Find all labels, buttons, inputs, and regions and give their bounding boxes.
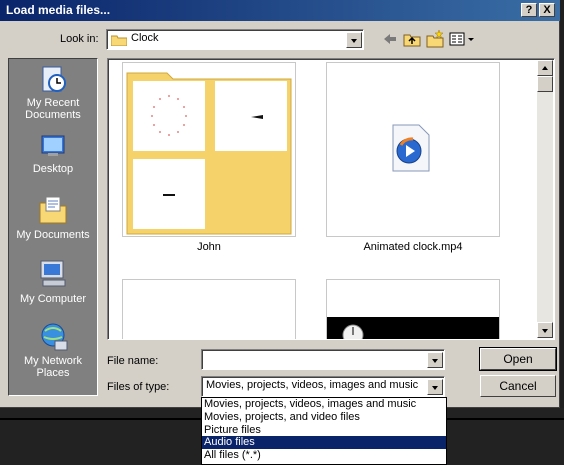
- places-bar: My Recent Documents Desktop My Documents: [8, 58, 98, 396]
- files-of-type-label: Files of type:: [107, 381, 170, 393]
- type-option[interactable]: Picture files: [202, 424, 446, 437]
- type-option-highlighted[interactable]: Audio files: [202, 436, 446, 450]
- type-option[interactable]: Movies, projects, and video files: [202, 411, 446, 424]
- views-menu-icon[interactable]: [449, 30, 475, 48]
- recent-documents-icon: [42, 66, 66, 92]
- files-of-type-dropdown-list[interactable]: Movies, projects, videos, images and mus…: [201, 397, 447, 465]
- file-list-scrollbar[interactable]: [537, 60, 553, 338]
- type-option[interactable]: Movies, projects, videos, images and mus…: [202, 398, 446, 411]
- place-my-documents[interactable]: My Documents: [9, 191, 97, 241]
- place-label: My Documents: [16, 229, 90, 241]
- desktop-icon: [41, 135, 65, 156]
- new-folder-icon[interactable]: [426, 30, 444, 48]
- file-item-partial[interactable]: [326, 279, 500, 339]
- my-documents-icon: [39, 196, 67, 224]
- cancel-button[interactable]: Cancel: [480, 375, 556, 397]
- close-button[interactable]: X: [539, 3, 555, 17]
- scroll-down-button[interactable]: [537, 322, 553, 338]
- my-computer-icon: [40, 260, 66, 287]
- files-of-type-value: Movies, projects, videos, images and mus…: [206, 379, 419, 391]
- help-button[interactable]: ?: [521, 3, 537, 17]
- file-name-input[interactable]: [201, 349, 445, 370]
- type-option[interactable]: All files (*.*): [202, 449, 446, 462]
- place-label: My Network Places: [23, 355, 83, 379]
- look-in-combo[interactable]: Clock: [106, 29, 364, 50]
- place-my-network-places[interactable]: My Network Places: [9, 321, 97, 379]
- look-in-dropdown-button[interactable]: [346, 32, 362, 48]
- files-of-type-dropdown-button[interactable]: [427, 379, 443, 395]
- place-label: My Computer: [19, 293, 87, 305]
- network-places-icon: [41, 323, 68, 351]
- scroll-thumb[interactable]: [537, 76, 553, 92]
- file-name-label: John: [197, 241, 221, 253]
- dialog-title: Load media files...: [6, 3, 111, 17]
- folder-thumbnail-icon: [126, 72, 292, 235]
- file-item-folder[interactable]: [122, 62, 296, 237]
- file-list-view[interactable]: John Animated clock.mp4: [107, 58, 555, 340]
- look-in-label: Look in:: [60, 33, 99, 45]
- back-arrow-icon[interactable]: [382, 30, 398, 48]
- media-player-file-icon: [392, 124, 430, 172]
- look-in-value: Clock: [131, 32, 159, 44]
- open-button[interactable]: Open: [479, 347, 557, 371]
- place-desktop[interactable]: Desktop: [9, 131, 97, 175]
- load-media-dialog: Load media files... ? X Look in: Clock M…: [0, 0, 560, 408]
- file-name-label: Animated clock.mp4: [363, 241, 463, 253]
- place-my-recent-documents[interactable]: My Recent Documents: [9, 63, 97, 121]
- video-thumbnail-icon: [327, 317, 499, 339]
- file-name-dropdown-button[interactable]: [427, 352, 443, 368]
- folder-icon: [111, 35, 127, 46]
- up-folder-icon[interactable]: [403, 30, 421, 48]
- title-bar[interactable]: Load media files... ? X: [0, 0, 560, 21]
- files-of-type-select[interactable]: Movies, projects, videos, images and mus…: [201, 376, 445, 397]
- place-label: My Recent Documents: [25, 97, 81, 121]
- place-label: Desktop: [32, 163, 74, 175]
- place-my-computer[interactable]: My Computer: [9, 257, 97, 305]
- file-item-media[interactable]: [326, 62, 500, 237]
- scroll-up-button[interactable]: [537, 60, 553, 76]
- file-item-partial[interactable]: [122, 279, 296, 339]
- file-name-label: File name:: [107, 355, 159, 367]
